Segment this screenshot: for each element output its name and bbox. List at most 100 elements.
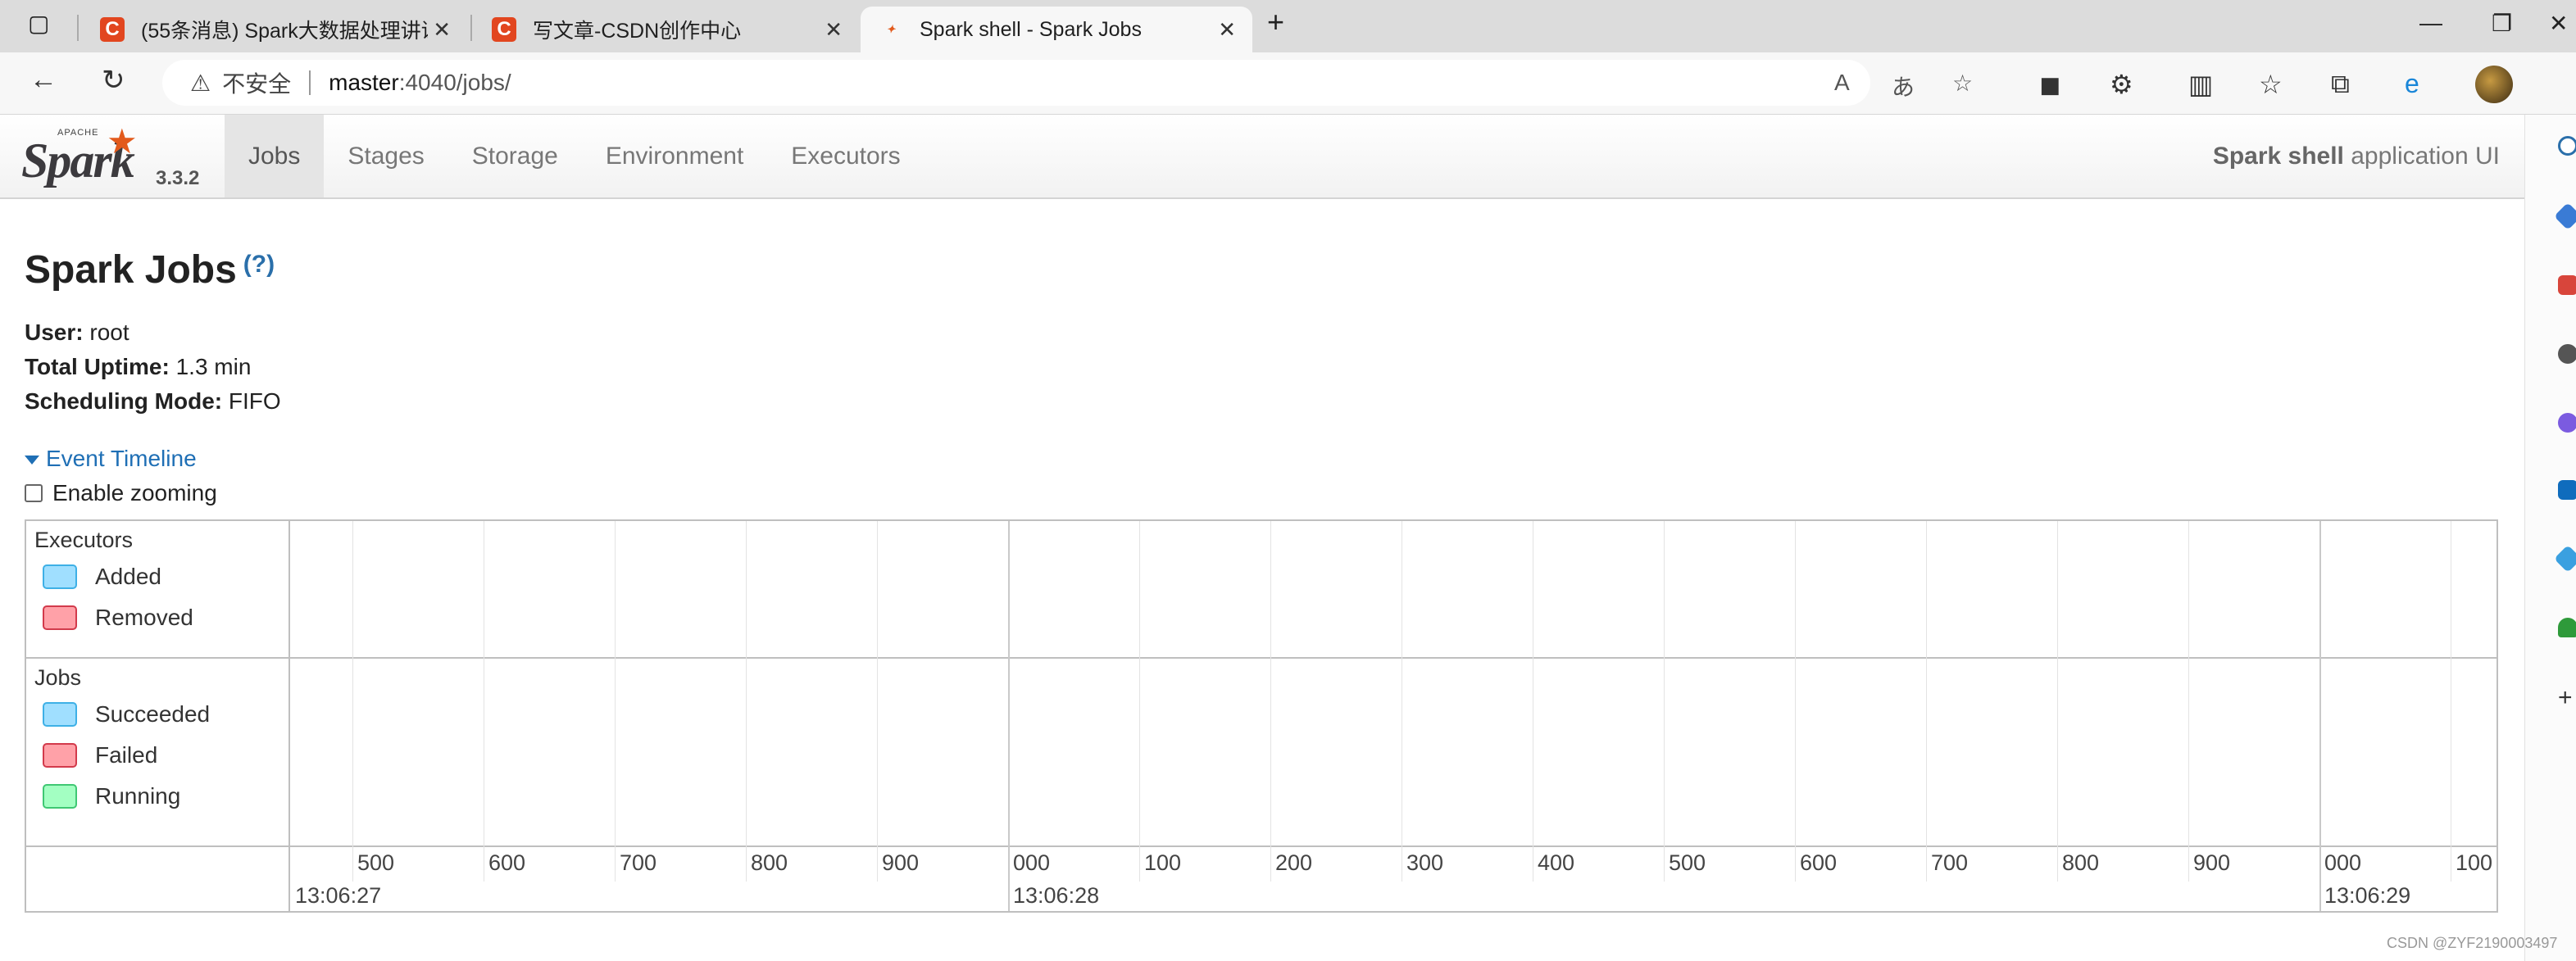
timeline-tick-label: 200 [1275, 850, 1313, 875]
timeline-tick-label: 500 [357, 850, 395, 875]
favorites-icon[interactable]: ☆ [2259, 69, 2283, 100]
tab-jobs[interactable]: Jobs [225, 115, 325, 197]
legend-succeeded: Succeeded [43, 701, 210, 728]
favorite-add-icon[interactable]: ☆ [1952, 70, 1973, 97]
mode-label: Scheduling Mode: [25, 388, 223, 414]
timeline-time-label: 13:06:27 [295, 883, 382, 908]
timeline-tick-label: 400 [1538, 850, 1575, 875]
timeline-tick-label: 100 [2456, 850, 2493, 875]
close-tab-icon[interactable]: ✕ [1218, 17, 1236, 43]
csdn-favicon-icon: C [100, 17, 125, 42]
back-arrow-icon[interactable]: ← [30, 64, 57, 96]
restore-icon[interactable]: ❐ [2492, 10, 2512, 37]
timeline-gridline [1270, 521, 1271, 882]
timeline-gridline [877, 521, 878, 882]
page-title: Spark Jobs (?) [25, 247, 275, 292]
url-divider [309, 70, 311, 95]
event-timeline[interactable]: Executors Added Removed Jobs Succeeded F… [25, 519, 2498, 913]
split-screen-icon[interactable]: ▥ [2188, 69, 2213, 100]
new-tab-button[interactable]: + [1267, 5, 1284, 39]
browser-tab-1[interactable]: C (55条消息) Spark大数据处理讲课 ✕ [82, 7, 467, 52]
timeline-tick-label: 800 [2062, 850, 2100, 875]
timeline-tick-label: 000 [2324, 850, 2362, 875]
tab-separator [470, 15, 472, 41]
legend-failed: Failed [43, 742, 157, 768]
application-name: Spark shell application UI [2213, 143, 2500, 170]
removed-swatch [43, 605, 77, 630]
spark-logo[interactable]: APACHE Spark ★ 3.3.2 [21, 121, 199, 195]
tools-icon[interactable] [2558, 344, 2576, 364]
timeline-axis-divider [26, 845, 2496, 847]
timeline-gridline [1926, 521, 1927, 882]
help-link[interactable]: (?) [243, 251, 275, 278]
uptime-value: 1.3 min [169, 354, 252, 379]
timeline-tick-label: 000 [1013, 850, 1051, 875]
minimize-icon[interactable]: — [2419, 10, 2442, 36]
timeline-gridline [1795, 521, 1796, 882]
url-path: :4040/jobs/ [398, 70, 511, 95]
outlook-icon[interactable] [2558, 480, 2576, 500]
expand-triangle-icon [25, 456, 39, 465]
add-sidebar-app-icon[interactable]: + [2558, 686, 2576, 710]
timeline-gridline [352, 521, 353, 882]
tab-stages[interactable]: Stages [324, 115, 448, 197]
timeline-gridline [2188, 521, 2189, 882]
scheduling-mode-info: Scheduling Mode: FIFO [25, 388, 281, 415]
succeeded-swatch [43, 702, 77, 727]
tab-title: 写文章-CSDN创作中心 [533, 20, 742, 43]
extensions-icon[interactable]: ⚙ [2110, 69, 2133, 100]
games-icon[interactable]: ◼ [2039, 69, 2061, 100]
enable-zooming-checkbox[interactable] [25, 484, 43, 502]
legend-added-label: Added [95, 564, 161, 589]
url-bar[interactable]: ⚠ 不安全 master:4040/jobs/ A あ ☆ [162, 60, 1973, 106]
user-value: root [83, 320, 129, 345]
spark-star-icon: ★ [107, 122, 138, 161]
warning-icon[interactable]: ⚠ [190, 70, 211, 97]
legend-added: Added [43, 564, 161, 590]
timeline-gridline [2057, 521, 2058, 882]
url-host: master [329, 70, 399, 95]
tab-executors[interactable]: Executors [767, 115, 924, 197]
tab-actions-icon[interactable]: ▢ [28, 10, 49, 37]
legend-running: Running [43, 783, 180, 809]
shopping-icon[interactable] [2558, 275, 2576, 295]
edge-icon[interactable]: e [2405, 69, 2419, 99]
csdn-favicon-icon: C [492, 17, 516, 42]
user-info: User: root [25, 320, 129, 346]
office-icon[interactable] [2558, 413, 2576, 433]
read-aloud-icon[interactable]: A [1834, 70, 1850, 96]
profile-avatar[interactable] [2475, 66, 2513, 103]
event-timeline-toggle[interactable]: Event Timeline [25, 446, 197, 472]
close-tab-icon[interactable]: ✕ [433, 17, 451, 43]
close-tab-icon[interactable]: ✕ [825, 17, 843, 43]
tree-icon[interactable] [2558, 618, 2576, 637]
timeline-tick-label: 600 [1800, 850, 1838, 875]
enable-zooming-label: Enable zooming [52, 480, 217, 505]
timeline-gridline [746, 521, 747, 882]
address-bar-row: ← ↻ ⚠ 不安全 master:4040/jobs/ A あ ☆ ◼ ⚙ ▥ … [0, 52, 2576, 115]
tab-environment[interactable]: Environment [582, 115, 767, 197]
drop-icon[interactable] [2554, 545, 2576, 573]
security-label[interactable]: 不安全 [222, 66, 291, 99]
legend-removed: Removed [43, 605, 193, 631]
failed-swatch [43, 743, 77, 768]
uptime-label: Total Uptime: [25, 354, 170, 379]
timeline-major-gridline [1008, 521, 1010, 911]
browser-tab-2[interactable]: C 写文章-CSDN创作中心 ✕ [474, 7, 859, 52]
user-label: User: [25, 320, 84, 345]
legend-removed-label: Removed [95, 605, 193, 630]
enable-zooming: Enable zooming [25, 480, 217, 506]
translate-icon[interactable]: あ [1892, 70, 1915, 102]
discover-icon[interactable] [2554, 202, 2576, 230]
tab-storage[interactable]: Storage [448, 115, 582, 197]
collections-icon[interactable]: ⧉ [2331, 69, 2350, 100]
legend-running-label: Running [95, 783, 181, 809]
timeline-tick-label: 900 [882, 850, 920, 875]
timeline-tick-label: 800 [751, 850, 788, 875]
search-icon[interactable] [2558, 136, 2576, 156]
refresh-icon[interactable]: ↻ [102, 64, 125, 97]
close-window-icon[interactable]: ✕ [2549, 10, 2568, 37]
browser-tab-3-active[interactable]: ✦ Spark shell - Spark Jobs ✕ [861, 7, 1252, 52]
legend-failed-label: Failed [95, 742, 158, 768]
uptime-info: Total Uptime: 1.3 min [25, 354, 251, 380]
